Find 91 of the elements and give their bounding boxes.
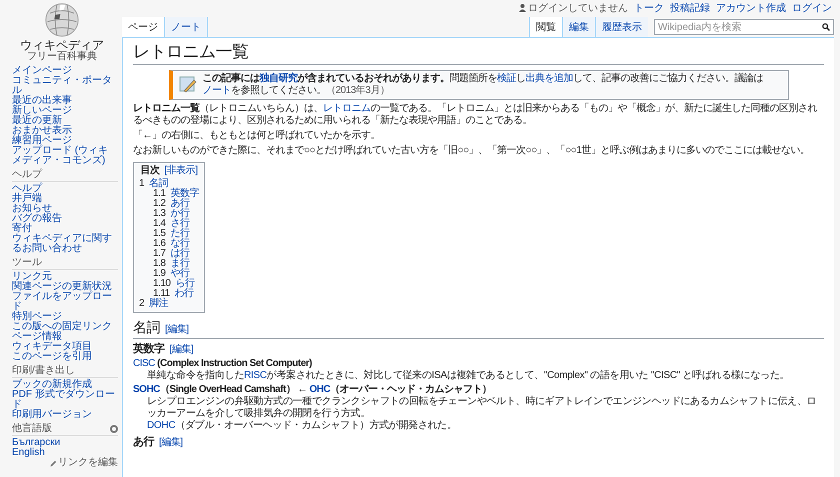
- sidebar-link[interactable]: この版への固定リンク: [12, 322, 118, 332]
- toc-entry[interactable]: 2 脚注: [139, 299, 199, 309]
- language-link[interactable]: Български: [12, 437, 60, 448]
- sidebar-link[interactable]: 特別ページ: [12, 312, 118, 322]
- subsection-heading: あ行: [133, 435, 154, 449]
- edit-links-link[interactable]: リンクを編集: [58, 458, 118, 468]
- sidebar-link[interactable]: ページ情報: [12, 332, 118, 342]
- section-heading: 名詞: [133, 319, 160, 337]
- namespace-tab[interactable]: ページ: [122, 17, 165, 37]
- sidebar-link[interactable]: 最近の出来事: [12, 96, 118, 106]
- toc-entry[interactable]: 1.10 ら行: [153, 279, 199, 289]
- toc-entry[interactable]: 1.9 や行: [153, 269, 199, 279]
- toc-entry[interactable]: 1.4 さ行: [153, 219, 199, 229]
- sidebar-heading: 他言語版: [12, 424, 52, 434]
- sidebar-link[interactable]: 井戸端: [12, 194, 118, 204]
- sidebar-heading: ツール: [12, 258, 118, 270]
- paragraph: 「←」の右側に、もともとは何と呼ばれていたかを示す。: [133, 130, 381, 142]
- personal-link[interactable]: アカウント作成: [716, 0, 786, 16]
- toc-title: 目次: [140, 166, 160, 176]
- paragraph: なお新しいものができた際に、それまで○○とだけ呼ばれていた古い方を「旧○○」、「第一次○○」、「○○1世」と呼ぶ例はあまりに多いのでここには載せない。: [133, 145, 810, 157]
- toc-entry[interactable]: 1.6 な行: [153, 239, 199, 249]
- user-icon: [519, 4, 526, 12]
- link[interactable]: SOHC: [133, 384, 160, 395]
- sidebar-link[interactable]: バグの報告: [12, 214, 118, 224]
- personal-link[interactable]: ログイン: [792, 0, 832, 16]
- paragraph: レトロニム一覧（レトロニムいちらん）は、レトロニムの一覧である。「レトロニム」とは旧来からある「もの」や「概念」が、新たに誕生した同種の区別されるべきものの登場により、区別されるために用いられる「新たな表現や用語」のことである。: [133, 103, 818, 127]
- sidebar-link[interactable]: ブックの新規作成: [12, 380, 118, 390]
- page-title: レトロニム一覧: [133, 42, 824, 65]
- toc-entry[interactable]: 1.2 あ行: [153, 199, 199, 209]
- toc-entry[interactable]: 1.8 ま行: [153, 259, 199, 269]
- definition-term: SOHC（Single OverHead Camshaft） ← OHC（オーバー・ヘッド・カムシャフト）: [133, 384, 493, 396]
- sidebar-link[interactable]: 寄付: [12, 224, 118, 234]
- sidebar-link[interactable]: このページを引用: [12, 352, 118, 362]
- definition-term: CISC (Complex Instruction Set Computer): [133, 358, 313, 369]
- pencil-icon: [50, 460, 57, 466]
- definition-text: レシプロエンジンの弁駆動方式の一種でクランクシャフトの回転をチェーンやベルト、時にギアトレインでエンジンヘッドにあるカムシャフトに伝え、ロッカーアームを介して吸排気弁の開閉を行う方式。: [146, 396, 818, 420]
- link[interactable]: 出典を追加: [526, 73, 573, 84]
- search-icon[interactable]: [822, 23, 830, 31]
- sidebar-link[interactable]: リンク元: [12, 272, 118, 282]
- pencil-icon: [178, 76, 196, 94]
- toc-entry[interactable]: 1 名詞: [139, 179, 199, 189]
- notice-text: この記事には独自研究が含まれているおそれがあります。問題箇所を検証し出典を追加 して、記事の改善にご協力ください。議論は ノート を参照してください。（2013年3月）: [202, 73, 764, 97]
- link[interactable]: RISC: [244, 370, 267, 381]
- sidebar-link[interactable]: コミュニティ・ポータル: [12, 76, 118, 96]
- sidebar-link[interactable]: 最近の更新: [12, 116, 118, 126]
- sidebar-heading: 印刷/書き出し: [12, 366, 118, 378]
- sidebar-link[interactable]: 練習用ページ: [12, 136, 118, 146]
- sidebar-link[interactable]: PDF 形式でダウンロード: [12, 390, 118, 410]
- toc-toggle-link[interactable]: [非表示]: [164, 166, 198, 176]
- link[interactable]: ノート: [202, 85, 231, 96]
- language-link[interactable]: English: [12, 447, 45, 458]
- view-tab[interactable]: 閲覧: [529, 17, 562, 37]
- namespace-tab[interactable]: ノート: [165, 17, 208, 37]
- edit-link[interactable]: [編集]: [159, 437, 183, 449]
- toc-entry[interactable]: 1.3 か行: [153, 209, 199, 219]
- toc-entry[interactable]: 1.1 英数字: [153, 189, 199, 199]
- toc-entry[interactable]: 1.5 た行: [153, 229, 199, 239]
- definition-text: 単純な命令を指向したRISCが考案されたときに、対比して従来のISAは複雑であるとして、"Complex" の語を用いた "CISC" と呼ばれる様になった。: [146, 370, 790, 382]
- personal-link[interactable]: 投稿記録: [670, 0, 710, 16]
- personal-link[interactable]: トーク: [634, 0, 664, 16]
- sidebar-link[interactable]: ファイルをアップロード: [12, 292, 118, 312]
- link[interactable]: 独自研究: [260, 73, 298, 84]
- edit-link[interactable]: [編集]: [170, 344, 194, 356]
- sidebar-link[interactable]: 新しいページ: [12, 106, 118, 116]
- view-tab[interactable]: 編集: [562, 17, 595, 37]
- logo-wordmark: ウィキペディア: [20, 38, 104, 52]
- sidebar-link[interactable]: ウィキデータ項目: [12, 342, 118, 352]
- link[interactable]: OHC: [309, 384, 330, 395]
- toc-entry[interactable]: 1.11 わ行: [153, 289, 199, 299]
- sidebar-link[interactable]: メインページ: [12, 66, 118, 76]
- edit-link[interactable]: [編集]: [165, 324, 189, 336]
- sidebar-heading: ヘルプ: [12, 170, 118, 182]
- sidebar-link[interactable]: ウィキペディアに関するお問い合わせ: [12, 234, 118, 254]
- link[interactable]: DOHC: [147, 420, 176, 431]
- logo-tagline: フリー百科事典: [27, 52, 97, 62]
- search-field[interactable]: Wikipedia内を検索: [654, 19, 834, 35]
- link[interactable]: 検証: [497, 73, 516, 84]
- sidebar-link[interactable]: アップロード (ウィキメディア・コモンズ): [12, 146, 118, 166]
- sidebar-link[interactable]: お知らせ: [12, 204, 118, 214]
- toc-entry[interactable]: 1.7 は行: [153, 249, 199, 259]
- link[interactable]: レトロニム: [323, 103, 370, 114]
- login-status: ログインしていません: [528, 2, 628, 16]
- subsection-heading: 英数字: [133, 342, 164, 356]
- sidebar-link[interactable]: 印刷用バージョン: [12, 410, 118, 420]
- sidebar-link[interactable]: ヘルプ: [12, 184, 118, 194]
- link[interactable]: CISC: [133, 358, 155, 369]
- definition-text: DOHC（ダブル・オーバーヘッド・カムシャフト）方式が開発された。: [146, 420, 458, 432]
- view-tab[interactable]: 履歴表示: [595, 17, 648, 37]
- globe-logo-icon: [45, 3, 79, 37]
- sidebar-link[interactable]: 関連ページの更新状況: [12, 282, 118, 292]
- sidebar-link[interactable]: おまかせ表示: [12, 126, 118, 136]
